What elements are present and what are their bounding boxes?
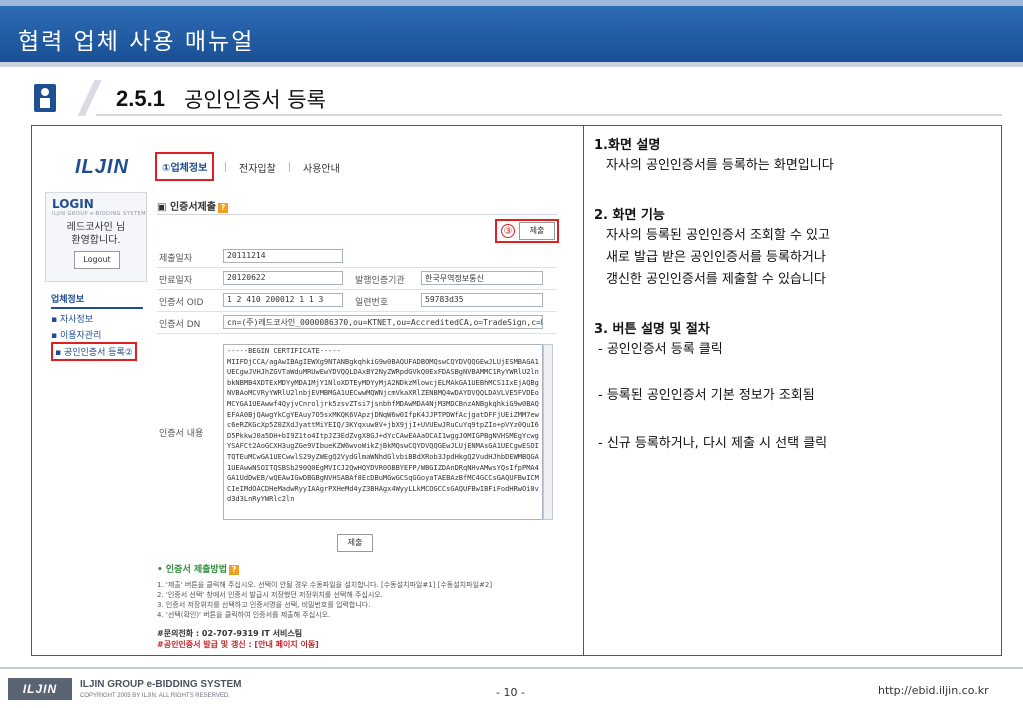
desc-text-2b: 새로 발급 받은 공인인증서를 등록하거나 (606, 250, 826, 265)
howto-step-1: 1. '제출' 버튼을 클릭해 주십시오. 선택이 안될 경우 수동파일을 설치… (157, 581, 493, 589)
label-cert-content: 인증서 내용 (159, 429, 204, 439)
section-number: 2.5.1 (116, 86, 165, 111)
embedded-screenshot: ILJIN ①업체정보 전자입찰 사용안내 LOGIN ILJIN GROUP … (45, 148, 567, 650)
nav-company-info[interactable]: ①업체정보 (155, 152, 215, 181)
contact-phone: #문의전화 : 02-707-9319 IT 서비스팀 (157, 629, 303, 638)
row-oid: 인증서 OID 1 2 410 200012 1 1 3 일련번호 59783d… (157, 290, 557, 312)
nav-e-bidding[interactable]: 전자입찰 (239, 160, 276, 175)
manual-page: 협력 업체 사용 매뉴얼 2.5.1 공인인증서 등록 ILJIN ①업체정보 … (0, 0, 1023, 708)
frame-divider (583, 126, 584, 655)
howto-title: • 인증서 제출방법? (157, 562, 239, 575)
nav-separator (289, 162, 290, 172)
footer-copyright: COPYRIGHT 2005 BY ILJIN. ALL RIGHTS RESE… (80, 693, 230, 699)
menu-item-users[interactable]: ▪ 이용자관리 (51, 328, 101, 341)
field-issuer: 한국무역정보통신 (421, 271, 543, 285)
welcome-text: 레드코사인 님 환영합니다. (66, 222, 126, 246)
desc-text-1: 자사의 공인인증서를 등록하는 화면입니다 (606, 158, 834, 173)
pane-title: ▣ 인증서제출? (157, 198, 228, 213)
label-submit-date: 제출일자 (159, 254, 193, 264)
pane-divider (157, 214, 557, 215)
section-underline (96, 114, 1002, 116)
menu-item-certificate[interactable]: ▪ 공인인증서 등록② (51, 342, 137, 361)
iljin-logo: ILJIN (75, 156, 129, 178)
label-issuer: 발행인증기관 (355, 276, 405, 286)
howto-step-2: 2. '인증서 선택' 창에서 인증서 발급시 저장했던 저장위치를 선택해 주… (157, 591, 383, 599)
row-expiry: 만료일자 20120622 발행인증기관 한국무역정보통신 (157, 268, 557, 290)
top-nav: ①업체정보 전자입찰 사용안내 (153, 148, 567, 186)
login-subtitle: ILJIN GROUP e-BIDDING SYSTEM (52, 211, 147, 217)
desc-step-1: - 공인인증서 등록 클릭 (598, 342, 723, 357)
footer-page-number: - 10 - (496, 686, 525, 699)
desc-text-2c: 갱신한 공인인증서를 제출할 수 있습니다 (606, 272, 826, 287)
field-oid: 1 2 410 200012 1 1 3 (223, 293, 343, 307)
contact-info: #문의전화 : 02-707-9319 IT 서비스팀 #공인인증서 발급 및 … (157, 628, 319, 650)
field-expiry-date: 20120622 (223, 271, 343, 285)
howto-title-text: • 인증서 제출방법 (157, 565, 227, 575)
submit-button-top[interactable]: 제출 (519, 222, 555, 240)
howto-list: 1. '제출' 버튼을 클릭해 주십시오. 선택이 안될 경우 수동파일을 설치… (157, 580, 492, 620)
header-band: 협력 업체 사용 매뉴얼 (0, 0, 1023, 62)
cert-content-textarea[interactable]: -----BEGIN CERTIFICATE----- MIIFDjCCA/ag… (223, 344, 543, 520)
content-frame: ILJIN ①업체정보 전자입찰 사용안내 LOGIN ILJIN GROUP … (31, 125, 1002, 656)
desc-heading-1: 1.화면 설명 (594, 138, 661, 153)
header-top-stripe (0, 0, 1023, 6)
header-underline (0, 62, 1023, 67)
field-serial: 59783d35 (421, 293, 543, 307)
footer-url[interactable]: http://ebid.iljin.co.kr (878, 684, 989, 697)
section-divider-slash (64, 80, 114, 116)
row-dn: 인증서 DN cn=(주)레드코사인_0000086370,ou=KTNET,o… (157, 312, 557, 334)
howto-step-4: 4. '선택(확인)' 버튼을 클릭하여 인증서를 제출해 주십시오. (157, 611, 331, 619)
nav-guide[interactable]: 사용안내 (303, 160, 340, 175)
label-oid: 인증서 OID (159, 298, 204, 308)
label-expiry-date: 만료일자 (159, 276, 193, 286)
login-title: LOGIN (52, 197, 94, 211)
footer-line (0, 667, 1023, 669)
pane-title-text: 인증서제출 (169, 202, 216, 213)
field-dn: cn=(주)레드코사인_0000086370,ou=KTNET,ou=Accre… (223, 315, 543, 329)
help-icon[interactable]: ? (217, 203, 228, 213)
header-title: 협력 업체 사용 매뉴얼 (18, 29, 255, 55)
footer-system-name: ILJIN GROUP e-BIDDING SYSTEM (80, 679, 242, 690)
desc-heading-3: 3. 버튼 설명 및 절차 (594, 322, 710, 337)
step-3-badge: ③ (501, 224, 515, 238)
row-submit-date: 제출일자 20111214 (157, 246, 557, 268)
howto-step-3: 3. 인증서 저장위치를 선택하고 인증서명을 선택, 비밀번호를 입력합니다. (157, 601, 371, 609)
logout-button[interactable]: Logout (74, 251, 120, 269)
main-pane: ▣ 인증서제출? ③ 제출 제출일자 20111214 만료일자 2012062… (157, 192, 567, 650)
desc-heading-2: 2. 화면 기능 (594, 208, 665, 223)
info-icon (34, 84, 56, 112)
desc-text-2a: 자사의 등록된 공인인증서 조회할 수 있고 (606, 228, 830, 243)
menu-heading: 업체정보 (51, 292, 143, 309)
footer-logo: ILJIN (8, 678, 72, 700)
cert-scrollbar[interactable] (543, 344, 553, 520)
desc-step-3: - 신규 등록하거나, 다시 제출 시 선택 클릭 (598, 436, 828, 451)
label-dn: 인증서 DN (159, 320, 201, 330)
submit-button-bottom[interactable]: 제출 (337, 534, 373, 552)
label-serial: 일련번호 (355, 298, 389, 308)
desc-step-2: - 등록된 공인인증서 기본 정보가 조회됨 (598, 388, 815, 403)
nav-separator (225, 162, 226, 172)
contact-cert-guide-link[interactable]: #공인인증서 발급 및 갱신 : [안내 페이지 이동] (157, 639, 319, 650)
login-box: LOGIN ILJIN GROUP e-BIDDING SYSTEM 레드코사인… (45, 192, 147, 282)
menu-item-company[interactable]: ▪ 자사정보 (51, 312, 93, 325)
section-title: 공인인증서 등록 (184, 88, 326, 112)
left-sidebar: LOGIN ILJIN GROUP e-BIDDING SYSTEM 레드코사인… (45, 192, 147, 632)
field-submit-date: 20111214 (223, 249, 343, 263)
help-icon[interactable]: ? (228, 565, 239, 575)
